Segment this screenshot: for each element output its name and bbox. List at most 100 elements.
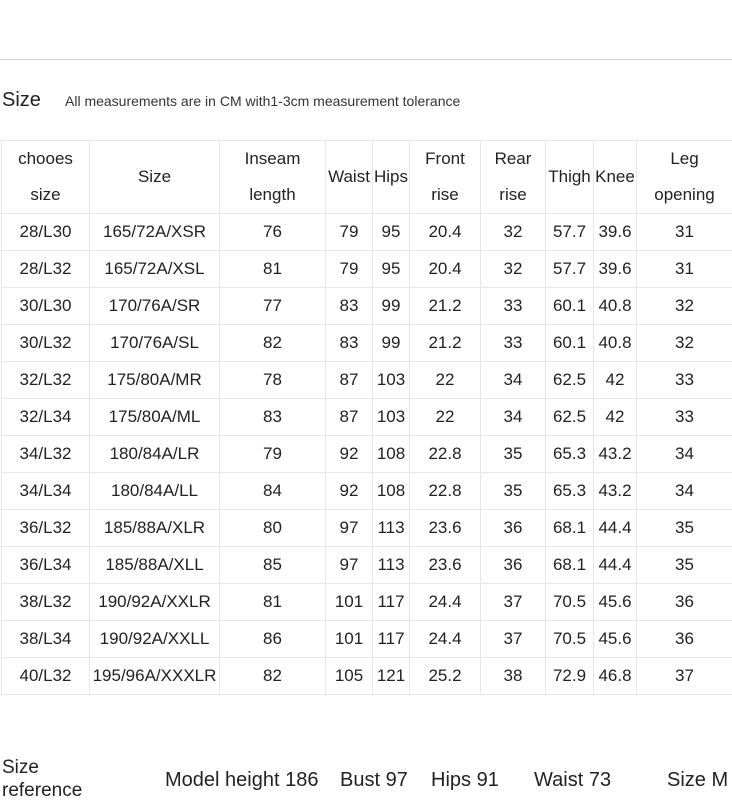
table-body: 28/L30 165/72A/XSR 76 79 95 20.4 32 57.7 39.6 31 2… bbox=[1, 213, 732, 695]
table-cell: 65.3 bbox=[545, 435, 594, 473]
table-cell: 57.7 bbox=[545, 250, 594, 288]
table-cell: 165/72A/XSL bbox=[89, 250, 220, 288]
column-header: Front rise bbox=[409, 140, 481, 214]
size-heading: Size bbox=[2, 89, 41, 111]
table-header-row: chooes size Size Inseam length Waist Hips Front… bbox=[1, 140, 732, 214]
table-cell: 195/96A/XXXLR bbox=[89, 657, 220, 695]
column-header-line: Thigh bbox=[548, 167, 591, 186]
table-cell: 35 bbox=[480, 435, 546, 473]
table-cell: 22.8 bbox=[409, 472, 481, 510]
table-cell: 42 bbox=[593, 398, 637, 436]
table-cell: 36 bbox=[636, 583, 732, 621]
column-header: Inseam length bbox=[219, 140, 326, 214]
table-cell: 32 bbox=[480, 250, 546, 288]
table-cell: 86 bbox=[219, 620, 326, 658]
table-row: 36/L32 185/88A/XLR 80 97 113 23.6 36 68.1 44.4 35 bbox=[1, 509, 732, 547]
table-cell: 34 bbox=[480, 361, 546, 399]
table-cell: 175/80A/ML bbox=[89, 398, 220, 436]
table-cell: 121 bbox=[372, 657, 410, 695]
table-cell: 76 bbox=[219, 213, 326, 251]
column-header: Thigh bbox=[545, 140, 594, 214]
table-cell: 180/84A/LR bbox=[89, 435, 220, 473]
table-row: 38/L34 190/92A/XXLL 86 101 117 24.4 37 70.5 45.6… bbox=[1, 620, 732, 658]
table-cell: 165/72A/XSR bbox=[89, 213, 220, 251]
size-reference: Size reference Model height 186 Bust 97 … bbox=[0, 756, 732, 804]
table-cell: 190/92A/XXLR bbox=[89, 583, 220, 621]
size-reference-label: Size reference bbox=[2, 756, 112, 802]
table-cell: 33 bbox=[636, 398, 732, 436]
table-cell: 185/88A/XLR bbox=[89, 509, 220, 547]
model-bust: Bust 97 bbox=[340, 769, 408, 791]
column-header-line: rise bbox=[431, 185, 459, 204]
table-cell: 83 bbox=[219, 398, 326, 436]
table-cell: 81 bbox=[219, 250, 326, 288]
table-cell: 43.2 bbox=[593, 472, 637, 510]
column-header-line: Size bbox=[137, 167, 172, 186]
table-cell: 23.6 bbox=[409, 546, 481, 584]
table-cell: 81 bbox=[219, 583, 326, 621]
table-cell: 32 bbox=[480, 213, 546, 251]
table-cell: 79 bbox=[325, 213, 373, 251]
table-cell: 45.6 bbox=[593, 620, 637, 658]
table-cell: 103 bbox=[372, 398, 410, 436]
table-cell: 36 bbox=[480, 509, 546, 547]
column-header-line: Knee bbox=[595, 167, 635, 186]
table-cell: 83 bbox=[325, 287, 373, 325]
model-hips: Hips 91 bbox=[431, 769, 499, 791]
column-header-line: Hips bbox=[373, 167, 408, 186]
table-cell: 65.3 bbox=[545, 472, 594, 510]
table-cell: 95 bbox=[372, 250, 410, 288]
column-header-line: Rear bbox=[494, 149, 532, 168]
table-cell: 22 bbox=[409, 398, 481, 436]
table-cell: 24.4 bbox=[409, 620, 481, 658]
column-header: Hips bbox=[372, 140, 410, 214]
table-cell: 101 bbox=[325, 620, 373, 658]
table-cell: 79 bbox=[325, 250, 373, 288]
table-cell: 113 bbox=[372, 546, 410, 584]
table-cell: 84 bbox=[219, 472, 326, 510]
table-cell: 23.6 bbox=[409, 509, 481, 547]
table-cell: 38 bbox=[480, 657, 546, 695]
table-cell: 92 bbox=[325, 472, 373, 510]
table-cell: 175/80A/MR bbox=[89, 361, 220, 399]
table-cell: 103 bbox=[372, 361, 410, 399]
table-cell: 35 bbox=[636, 509, 732, 547]
table-cell: 28/L30 bbox=[1, 213, 90, 251]
table-cell: 38/L34 bbox=[1, 620, 90, 658]
table-cell: 60.1 bbox=[545, 324, 594, 362]
table-row: 30/L30 170/76A/SR 77 83 99 21.2 33 60.1 40.8 32 bbox=[1, 287, 732, 325]
table-cell: 28/L32 bbox=[1, 250, 90, 288]
table-cell: 99 bbox=[372, 287, 410, 325]
size-reference-label-line2: reference bbox=[2, 780, 83, 801]
table-cell: 95 bbox=[372, 213, 410, 251]
table-cell: 32/L32 bbox=[1, 361, 90, 399]
table-cell: 170/76A/SL bbox=[89, 324, 220, 362]
table-cell: 62.5 bbox=[545, 398, 594, 436]
table-cell: 185/88A/XLL bbox=[89, 546, 220, 584]
table-cell: 37 bbox=[480, 583, 546, 621]
table-cell: 180/84A/LL bbox=[89, 472, 220, 510]
table-row: 28/L32 165/72A/XSL 81 79 95 20.4 32 57.7 39.6 31 bbox=[1, 250, 732, 288]
column-header: chooes size bbox=[1, 140, 90, 214]
table-cell: 34 bbox=[480, 398, 546, 436]
table-cell: 22 bbox=[409, 361, 481, 399]
table-row: 28/L30 165/72A/XSR 76 79 95 20.4 32 57.7 39.6 31 bbox=[1, 213, 732, 251]
table-cell: 44.4 bbox=[593, 546, 637, 584]
table-cell: 45.6 bbox=[593, 583, 637, 621]
table-cell: 37 bbox=[636, 657, 732, 695]
table-cell: 36 bbox=[636, 620, 732, 658]
column-header-line: chooes bbox=[18, 149, 73, 168]
table-cell: 170/76A/SR bbox=[89, 287, 220, 325]
table-cell: 34 bbox=[636, 472, 732, 510]
table-cell: 33 bbox=[480, 324, 546, 362]
table-cell: 77 bbox=[219, 287, 326, 325]
table-cell: 35 bbox=[636, 546, 732, 584]
table-cell: 57.7 bbox=[545, 213, 594, 251]
table-cell: 97 bbox=[325, 546, 373, 584]
table-cell: 92 bbox=[325, 435, 373, 473]
table-cell: 42 bbox=[593, 361, 637, 399]
column-header-line: length bbox=[249, 185, 296, 204]
top-divider bbox=[0, 59, 732, 60]
table-cell: 37 bbox=[480, 620, 546, 658]
table-cell: 117 bbox=[372, 620, 410, 658]
